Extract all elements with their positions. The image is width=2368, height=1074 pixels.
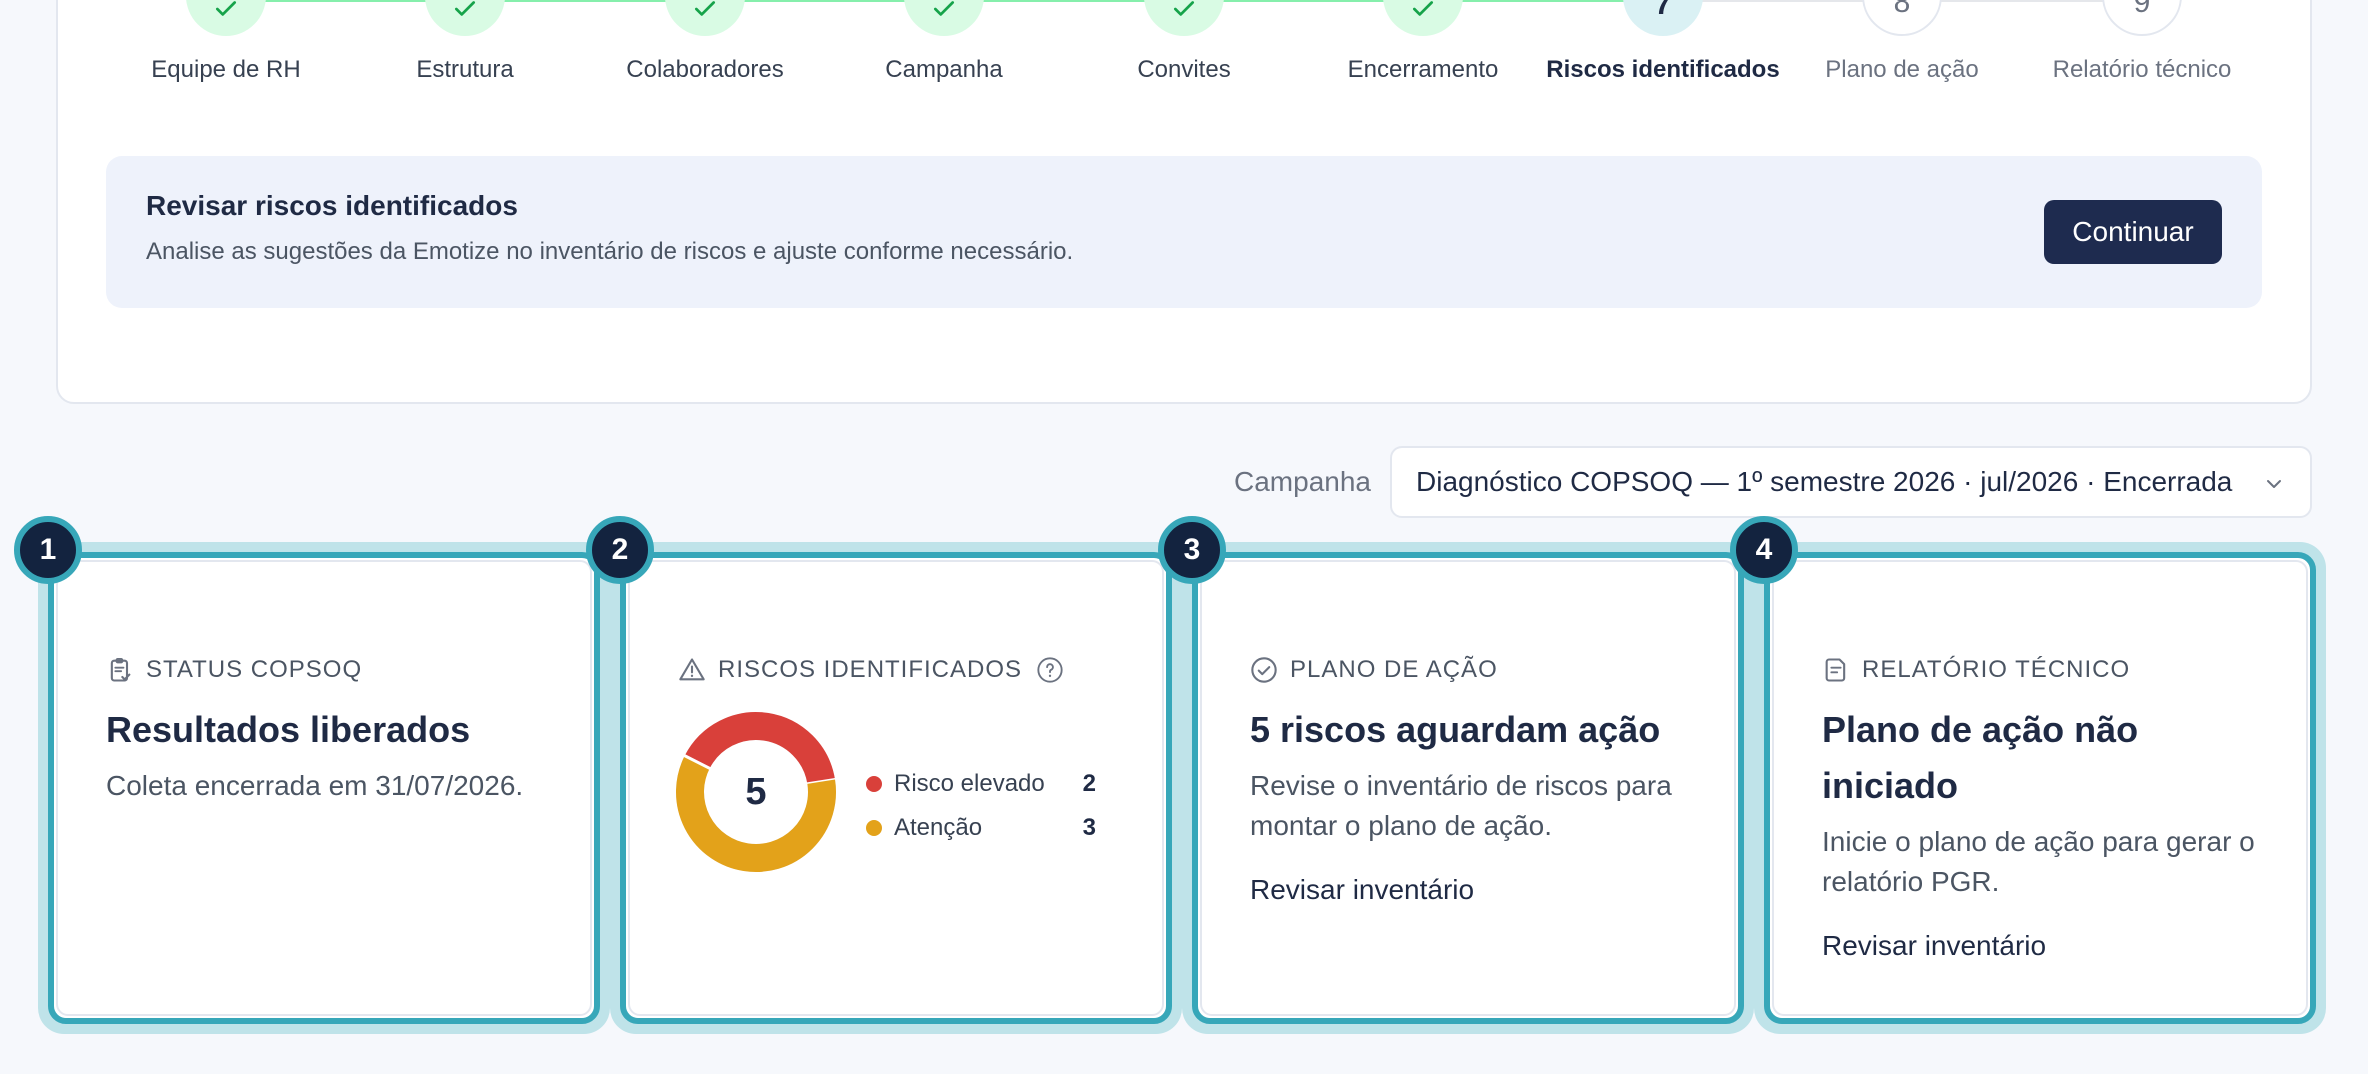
warning-triangle-icon bbox=[679, 658, 705, 681]
progress-stepper: Equipe de RH Estrutura Colaboradores Cam… bbox=[0, 0, 2368, 120]
card-kicker: RISCOS IDENTIFICADOS bbox=[678, 656, 1064, 684]
step-badge-4: 4 bbox=[1730, 516, 1798, 584]
check-icon bbox=[933, 1, 955, 16]
step-5-circle[interactable] bbox=[1144, 0, 1224, 36]
step-7-circle[interactable]: 7 bbox=[1623, 0, 1703, 36]
risk-legend: Risco elevado 2 Atenção 3 bbox=[866, 762, 1096, 850]
check-circle-icon bbox=[1251, 657, 1277, 683]
card-kicker-text: STATUS COPSOQ bbox=[146, 656, 363, 683]
review-risks-panel: Revisar riscos identificados Analise as … bbox=[106, 156, 2262, 308]
review-inventory-link[interactable]: Revisar inventário bbox=[1822, 930, 2046, 962]
step-6-label: Encerramento bbox=[1347, 56, 1499, 83]
card-kicker-text: RELATÓRIO TÉCNICO bbox=[1862, 656, 2131, 683]
card-title: Plano de ação não iniciado bbox=[1822, 709, 2139, 806]
step-badge-3: 3 bbox=[1158, 516, 1226, 584]
check-icon bbox=[694, 1, 716, 16]
card-text: Inicie o plano de ação para gerar o rela… bbox=[1822, 826, 2255, 897]
card-title: 5 riscos aguardam ação bbox=[1250, 709, 1661, 750]
card-kicker-text: PLANO DE AÇÃO bbox=[1290, 656, 1498, 683]
card-text: Revise o inventário de riscos para monta… bbox=[1250, 770, 1672, 841]
step-badge-2: 2 bbox=[586, 516, 654, 584]
step-9-circle[interactable]: 9 bbox=[2102, 0, 2182, 36]
document-icon bbox=[1825, 658, 1846, 682]
card-kicker: STATUS COPSOQ bbox=[106, 656, 362, 684]
campaign-label: Campanha bbox=[1234, 466, 1371, 497]
step-6-circle[interactable] bbox=[1383, 0, 1463, 36]
step-1-label: Equipe de RH bbox=[151, 56, 301, 83]
risks-identified-card[interactable]: RISCOS IDENTIFICADOS 5 Risco elevado 2 A… bbox=[620, 552, 1172, 1024]
review-description: Analise as sugestões da Emotize no inven… bbox=[146, 238, 1074, 265]
campaign-select[interactable]: Diagnóstico COPSOQ — 1º semestre 2026 · … bbox=[1390, 446, 2312, 518]
step-badge-1: 1 bbox=[14, 516, 82, 584]
legend-dot-attention bbox=[866, 820, 882, 836]
risk-donut-chart: 5 bbox=[676, 712, 837, 872]
step-1-circle[interactable] bbox=[186, 0, 266, 36]
chevron-down-icon bbox=[2267, 480, 2281, 488]
legend-item-high: Risco elevado 2 bbox=[866, 762, 1096, 806]
step-4-label: Campanha bbox=[885, 56, 1003, 83]
step-2-circle[interactable] bbox=[425, 0, 505, 36]
check-icon bbox=[454, 1, 476, 16]
step-4-circle[interactable] bbox=[904, 0, 984, 36]
review-inventory-link[interactable]: Revisar inventário bbox=[1250, 874, 1474, 906]
check-icon bbox=[1173, 1, 1195, 16]
step-8-circle[interactable]: 8 bbox=[1862, 0, 1942, 36]
step-7-label: Riscos identificados bbox=[1546, 56, 1780, 83]
continue-button[interactable]: Continuar bbox=[2044, 200, 2222, 264]
legend-label: Atenção bbox=[894, 814, 983, 841]
card-kicker-text: RISCOS IDENTIFICADOS bbox=[718, 656, 1023, 683]
step-9-label: Relatório técnico bbox=[2052, 56, 2232, 83]
step-2-label: Estrutura bbox=[416, 56, 514, 83]
step-3-circle[interactable] bbox=[665, 0, 745, 36]
action-plan-card[interactable]: PLANO DE AÇÃO 5 riscos aguardam ação Rev… bbox=[1192, 552, 1744, 1024]
card-title: Resultados liberados bbox=[106, 709, 471, 750]
step-8-label: Plano de ação bbox=[1825, 56, 1979, 83]
check-icon bbox=[1412, 1, 1434, 16]
legend-label: Risco elevado bbox=[894, 770, 1045, 797]
help-circle-icon[interactable] bbox=[1036, 656, 1064, 684]
legend-value: 3 bbox=[1082, 814, 1096, 841]
dashboard-page: Equipe de RH Estrutura Colaboradores Cam… bbox=[0, 0, 2368, 1074]
clipboard-check-icon bbox=[110, 657, 131, 682]
legend-item-attention: Atenção 3 bbox=[866, 806, 1096, 850]
review-title: Revisar riscos identificados bbox=[146, 190, 518, 221]
card-kicker: RELATÓRIO TÉCNICO bbox=[1822, 656, 2130, 684]
step-5-label: Convites bbox=[1137, 56, 1231, 83]
card-kicker: PLANO DE AÇÃO bbox=[1250, 656, 1498, 684]
card-text: Coleta encerrada em 31/07/2026. bbox=[106, 770, 524, 801]
legend-dot-high bbox=[866, 776, 882, 792]
technical-report-card[interactable]: RELATÓRIO TÉCNICO Plano de ação não inic… bbox=[1764, 552, 2316, 1024]
legend-value: 2 bbox=[1082, 770, 1096, 797]
donut-total: 5 bbox=[745, 771, 766, 813]
check-icon bbox=[215, 1, 237, 16]
campaign-selected-value: Diagnóstico COPSOQ — 1º semestre 2026 · … bbox=[1416, 466, 2233, 497]
step-3-label: Colaboradores bbox=[626, 56, 784, 83]
status-copsoq-card[interactable]: STATUS COPSOQ Resultados liberados Colet… bbox=[48, 552, 600, 1024]
